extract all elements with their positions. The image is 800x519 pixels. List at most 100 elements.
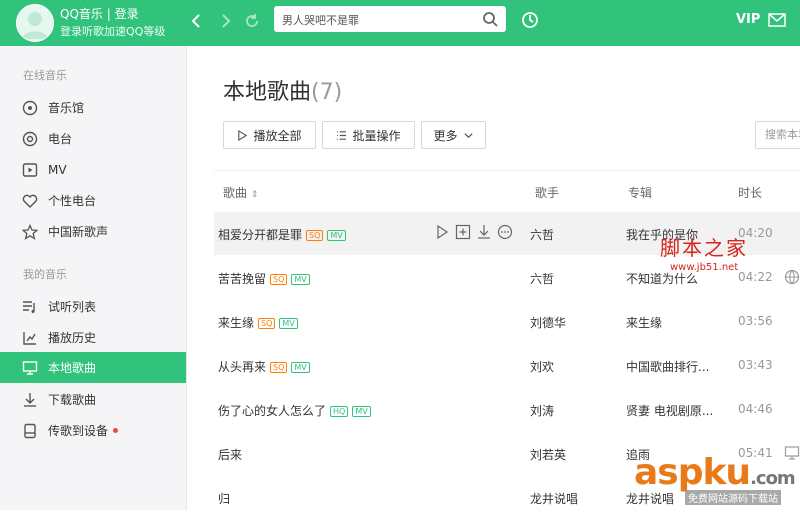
song-singer[interactable]: 刘欢: [530, 358, 554, 375]
batch-button[interactable]: 批量操作: [322, 121, 415, 149]
mail-icon[interactable]: [768, 13, 786, 27]
table-row[interactable]: 伤了心的女人怎么了 HQ MV 刘涛 贤妻 电视剧原... 04:46: [214, 388, 800, 431]
search-icon[interactable]: [482, 11, 498, 27]
column-header-singer[interactable]: 歌手: [535, 184, 559, 201]
top-bar: QQ音乐 | 登录 登录听歌加速QQ等级 VIP: [0, 0, 800, 46]
watermark-aspku-sub: 免费网站源码下载站: [685, 490, 781, 505]
song-title[interactable]: 伤了心的女人怎么了 HQ MV: [218, 402, 371, 419]
mv-badge[interactable]: MV: [327, 230, 346, 241]
sidebar-item-label: 播放历史: [48, 331, 97, 345]
play-icon[interactable]: [434, 224, 450, 240]
history-icon: [21, 329, 39, 347]
section-title-online: 在线音乐: [23, 69, 67, 82]
radio-icon: [21, 130, 39, 148]
add-icon[interactable]: [455, 224, 471, 240]
song-title[interactable]: 来生缘 SQ MV: [218, 314, 298, 331]
mv-badge[interactable]: MV: [352, 406, 371, 417]
sidebar-item-downloads[interactable]: 下载歌曲: [0, 384, 186, 415]
sidebar-item-playlist[interactable]: 试听列表: [0, 291, 186, 322]
play-all-button[interactable]: 播放全部: [223, 121, 316, 149]
table-row[interactable]: 来生缘 SQ MV 刘德华 来生缘 03:56: [214, 300, 800, 343]
back-button[interactable]: [186, 10, 208, 32]
sidebar-item-history[interactable]: 播放历史: [0, 322, 186, 353]
song-singer[interactable]: 六哲: [530, 226, 554, 243]
song-singer[interactable]: 刘若英: [530, 446, 566, 463]
watermark-aspku-suffix: .com: [750, 468, 796, 489]
sidebar-item-mv[interactable]: MV: [0, 154, 186, 185]
sidebar-item-label: 音乐馆: [48, 101, 85, 115]
song-album[interactable]: 贤妻 电视剧原...: [626, 402, 713, 419]
search-box: [274, 6, 506, 32]
list-icon: [337, 130, 347, 140]
page-title-text: 本地歌曲: [223, 80, 312, 105]
forward-button[interactable]: [214, 10, 236, 32]
column-header-song-label: 歌曲: [223, 186, 248, 200]
monitor-icon: [21, 359, 39, 377]
song-title[interactable]: 从头再来 SQ MV: [218, 358, 310, 375]
mv-badge[interactable]: MV: [279, 318, 298, 329]
sidebar-item-personal-radio[interactable]: 个性电台: [0, 185, 186, 216]
song-count: (7): [311, 80, 343, 105]
chevron-left-icon: [191, 14, 200, 28]
song-duration: 04:22: [738, 270, 773, 284]
table-row[interactable]: 从头再来 SQ MV 刘欢 中国歌曲排行... 03:43: [214, 344, 800, 387]
vip-button[interactable]: VIP: [736, 12, 760, 27]
sidebar-item-label: 下载歌曲: [48, 393, 97, 407]
song-singer[interactable]: 刘涛: [530, 402, 554, 419]
more-options-icon[interactable]: [497, 224, 513, 240]
user-login-title[interactable]: QQ音乐 | 登录: [60, 5, 139, 22]
song-singer[interactable]: 刘德华: [530, 314, 566, 331]
song-duration: 04:46: [738, 402, 773, 416]
sidebar-item-transfer-device[interactable]: 传歌到设备: [0, 415, 186, 446]
song-title[interactable]: 归: [218, 490, 230, 507]
song-title[interactable]: 相爱分开都是罪 SQ MV: [218, 226, 346, 243]
song-title[interactable]: 苦苦挽留 SQ MV: [218, 270, 310, 287]
sq-badge: SQ: [258, 318, 276, 329]
search-input[interactable]: [280, 9, 480, 31]
star-icon: [21, 223, 39, 241]
sidebar-item-label: 电台: [48, 132, 73, 146]
heart-icon: [21, 192, 39, 210]
column-header-album[interactable]: 专辑: [628, 184, 652, 201]
search-local-input[interactable]: 搜索本地歌曲: [755, 121, 800, 149]
chevron-down-icon: [463, 132, 473, 138]
song-album[interactable]: 来生缘: [626, 314, 662, 331]
avatar[interactable]: [16, 4, 54, 42]
playlist-icon: [21, 298, 39, 316]
column-header-duration[interactable]: 时长: [738, 184, 762, 201]
watermark-aspku-text: aspku: [634, 452, 751, 493]
song-album[interactable]: 中国歌曲排行...: [626, 358, 709, 375]
music-recognition-icon[interactable]: [520, 10, 540, 30]
download-icon[interactable]: [476, 224, 492, 240]
section-title-my-music: 我的音乐: [23, 268, 67, 281]
sidebar-item-radio[interactable]: 电台: [0, 123, 186, 154]
watermark-aspku: aspku.com: [634, 452, 796, 493]
song-title[interactable]: 后来: [218, 446, 242, 463]
song-singer[interactable]: 六哲: [530, 270, 554, 287]
device-icon: [21, 422, 39, 440]
more-button[interactable]: 更多: [421, 121, 486, 149]
row-actions: [434, 224, 513, 240]
mv-icon: [21, 161, 39, 179]
divider: [214, 170, 800, 171]
more-label: 更多: [433, 128, 458, 143]
mv-badge[interactable]: MV: [291, 274, 310, 285]
song-singer[interactable]: 龙井说唱: [530, 490, 578, 507]
user-avatar-icon: [22, 12, 48, 39]
user-login-subtitle[interactable]: 登录听歌加速QQ等级: [60, 23, 165, 39]
song-title-text: 伤了心的女人怎么了: [218, 404, 327, 418]
sidebar-item-music-hall[interactable]: 音乐馆: [0, 92, 186, 123]
sidebar-item-label: 中国新歌声: [48, 225, 109, 239]
refresh-button[interactable]: [241, 10, 263, 32]
sq-badge: SQ: [270, 274, 288, 285]
sidebar-item-label: 试听列表: [48, 300, 97, 314]
download-icon: [21, 391, 39, 409]
column-header-song[interactable]: 歌曲 ⇕: [223, 184, 258, 201]
sidebar-item-local-songs[interactable]: 本地歌曲: [0, 352, 186, 383]
song-title-text: 相爱分开都是罪: [218, 228, 303, 242]
mv-badge[interactable]: MV: [291, 362, 310, 373]
notification-dot: [113, 428, 119, 433]
sidebar-item-sing-china[interactable]: 中国新歌声: [0, 216, 186, 247]
refresh-icon: [246, 14, 258, 27]
watermark-jb51-url: www.jb51.net: [670, 262, 739, 273]
